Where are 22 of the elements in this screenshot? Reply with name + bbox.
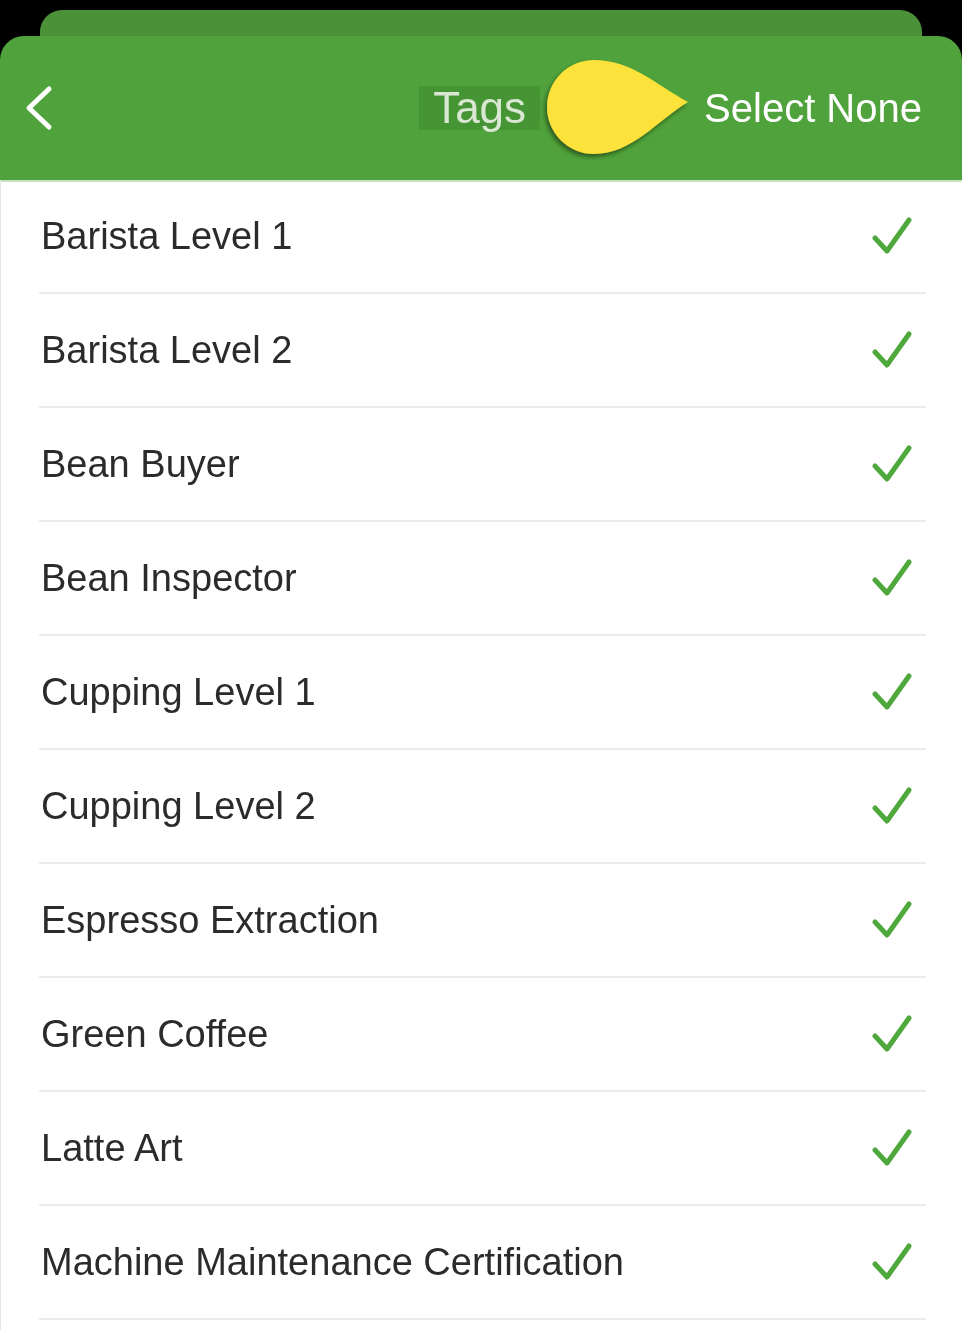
tag-list-item[interactable]: Espresso Extraction [39, 864, 926, 978]
tag-list-item[interactable]: Latte Art [39, 1092, 926, 1206]
header-title: Tags [419, 86, 541, 130]
tag-label: Bean Inspector [41, 556, 297, 600]
tag-label: Barista Level 1 [41, 214, 293, 258]
tag-list-item[interactable]: Cupping Level 2 [39, 750, 926, 864]
tag-list-item[interactable]: Cupping Level 1 [39, 636, 926, 750]
tag-list-item[interactable]: Bean Inspector [39, 522, 926, 636]
tag-list-item[interactable]: Barista Level 1 [39, 180, 926, 294]
tag-label: Cupping Level 1 [41, 670, 316, 714]
tag-list-item[interactable]: Green Coffee [39, 978, 926, 1092]
tag-label: Espresso Extraction [41, 898, 379, 942]
tag-label: Green Coffee [41, 1012, 269, 1056]
tag-list-item[interactable]: Machine Maintenance Certification [39, 1206, 926, 1320]
back-chevron-icon [24, 85, 54, 131]
tag-label: Machine Maintenance Certification [41, 1240, 624, 1284]
tag-list-item[interactable]: Bean Buyer [39, 408, 926, 522]
tag-list-item[interactable]: Barista Level 2 [39, 294, 926, 408]
tag-label: Cupping Level 2 [41, 784, 316, 828]
tag-label: Barista Level 2 [41, 328, 293, 372]
tag-label: Bean Buyer [41, 442, 240, 486]
tag-label: Latte Art [41, 1126, 183, 1170]
